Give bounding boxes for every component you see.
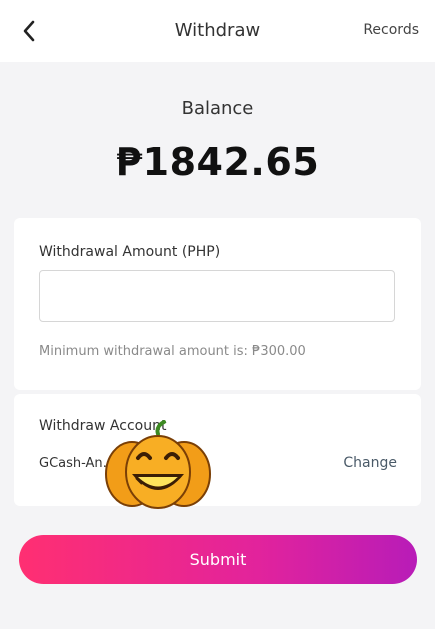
- change-account-link[interactable]: Change: [343, 455, 397, 471]
- balance-label: Balance: [181, 98, 254, 119]
- records-link[interactable]: Records: [363, 22, 419, 38]
- minimum-amount-note: Minimum withdrawal amount is: ₱300.00: [39, 344, 306, 359]
- withdrawal-amount-card: Withdrawal Amount (PHP) Minimum withdraw…: [14, 218, 421, 390]
- balance-value: ₱1842.65: [115, 140, 320, 184]
- withdraw-account-card: Withdraw Account GCash-An…on -***2264 Ch…: [14, 394, 421, 506]
- top-bar: Withdraw Records: [0, 0, 435, 62]
- withdrawal-amount-label: Withdrawal Amount (PHP): [39, 244, 221, 260]
- submit-button[interactable]: Submit: [19, 535, 417, 584]
- pumpkin-sticker-icon: [105, 420, 211, 509]
- withdrawal-amount-input[interactable]: [39, 270, 395, 322]
